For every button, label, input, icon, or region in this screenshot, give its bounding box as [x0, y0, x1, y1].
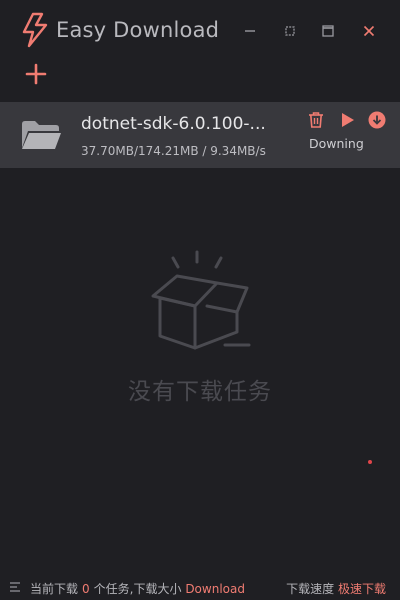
restore-button[interactable] — [278, 20, 302, 42]
status-bar: 当前下载 0 个任务,下载大小 Download 下载速度 极速下载 — [0, 575, 400, 600]
empty-box-icon — [151, 250, 251, 350]
tasks-size-label: 个任务,下载大小 — [93, 582, 182, 596]
current-download-count: 0 — [82, 582, 90, 596]
app-title: Easy Download — [56, 18, 220, 42]
play-icon — [342, 113, 354, 127]
maximize-button[interactable] — [316, 20, 340, 42]
close-button[interactable] — [357, 20, 381, 42]
speed-value[interactable]: 极速下载 — [338, 582, 386, 596]
delete-task-button[interactable] — [306, 110, 326, 130]
lightning-logo-icon — [22, 12, 48, 48]
restore-icon — [285, 26, 295, 36]
status-left: 当前下载 0 个任务,下载大小 Download — [30, 580, 245, 597]
download-size-value: Download — [185, 582, 245, 596]
minimize-button[interactable] — [238, 20, 262, 42]
empty-state-text: 没有下载任务 — [128, 379, 272, 405]
download-task-button[interactable] — [367, 110, 387, 130]
delete-icon — [309, 112, 323, 128]
start-task-button[interactable] — [337, 110, 357, 130]
close-icon — [363, 25, 375, 37]
current-download-label: 当前下载 — [30, 582, 79, 596]
add-download-button[interactable] — [24, 62, 48, 86]
menu-icon[interactable] — [9, 581, 21, 593]
status-right: 下载速度 极速下载 — [286, 580, 386, 597]
title-bar: Easy Download — [0, 0, 400, 60]
speed-label: 下载速度 — [286, 582, 335, 596]
task-status-label: Downing — [309, 136, 364, 151]
task-progress-text: 37.70MB/174.21MB / 9.34MB/s — [81, 144, 266, 158]
minimize-icon — [245, 30, 255, 32]
folder-icon — [22, 121, 61, 149]
plus-icon — [25, 63, 47, 85]
indicator-dot — [368, 460, 372, 464]
maximize-icon — [322, 25, 334, 37]
task-file-name: dotnet-sdk-6.0.100-... — [81, 114, 266, 134]
download-icon — [368, 111, 386, 129]
